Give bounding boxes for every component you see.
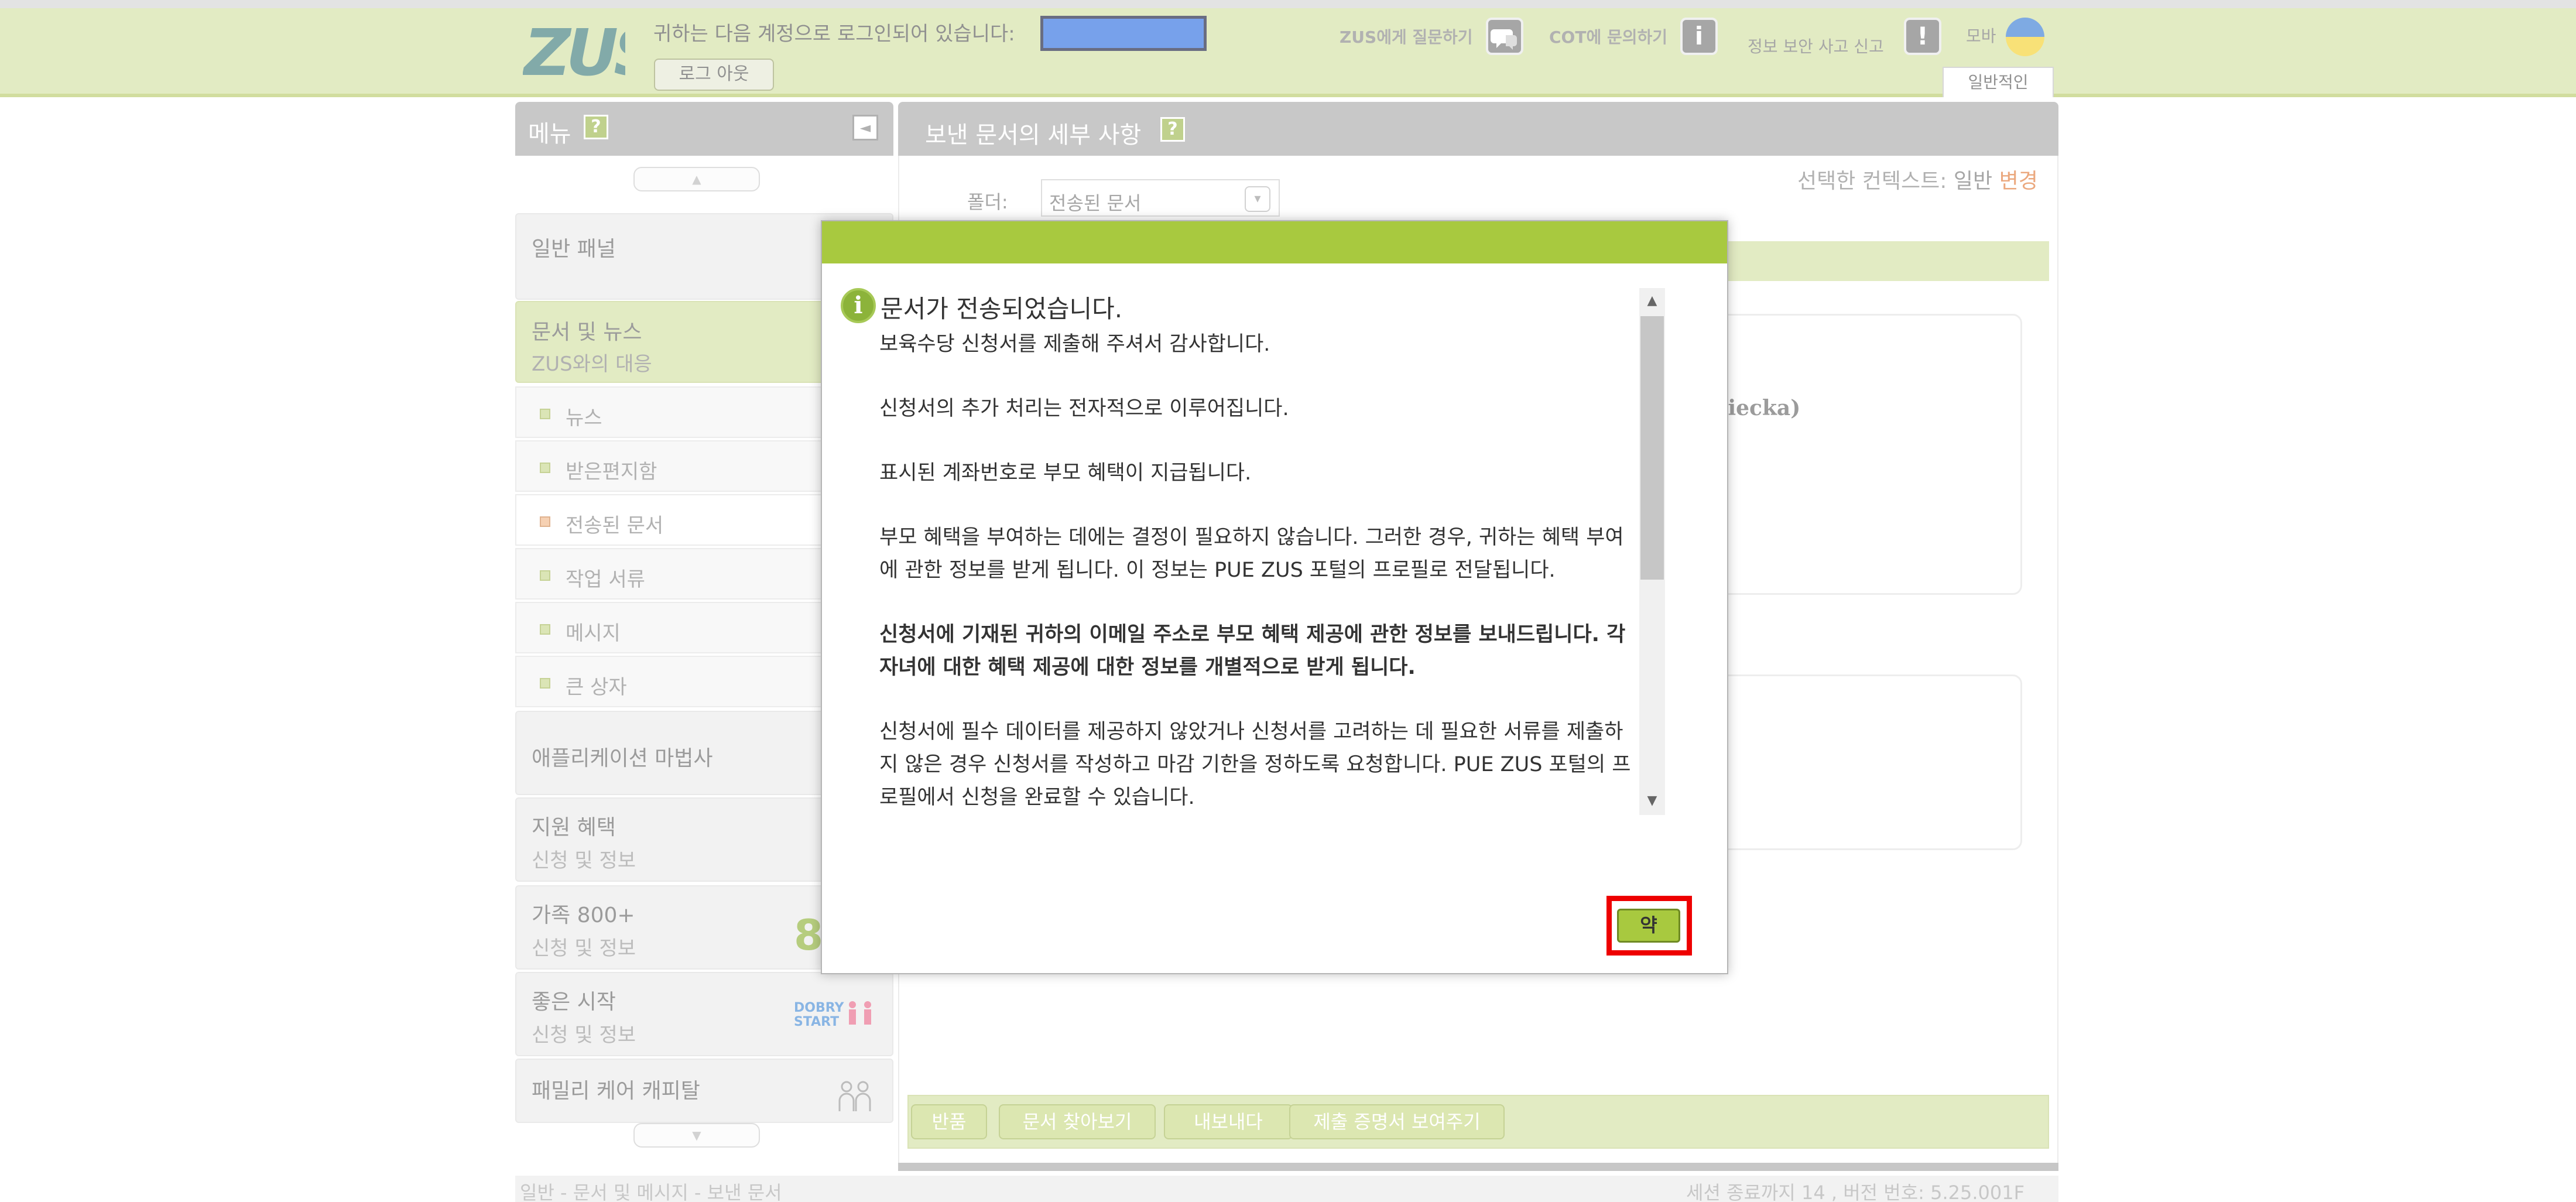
dialog-paragraph-bold: 신청서에 기재된 귀하의 이메일 주소로 부모 혜택 제공에 관한 정보를 보내…: [879, 623, 1626, 679]
dialog-paragraph: 신청서에 필수 데이터를 제공하지 않았거나 신청서를 고려하는 데 필요한 서…: [879, 720, 1631, 809]
dialog-paragraph: 신청서의 추가 처리는 전자적으로 이루어집니다.: [879, 397, 1289, 420]
dialog-title: 문서가 전송되었습니다.: [881, 294, 1123, 323]
dialog-paragraph: 표시된 계좌번호로 부모 혜택이 지급됩니다.: [879, 461, 1252, 485]
ok-button[interactable]: 약: [1617, 909, 1680, 943]
info-icon: i: [841, 288, 876, 323]
dialog-paragraph: 보육수당 신청서를 제출해 주셔서 감사합니다.: [879, 333, 1270, 356]
dialog-header-bar: [822, 221, 1727, 263]
scroll-down-arrow-icon[interactable]: ▼: [1639, 789, 1665, 813]
dialog-message: 보육수당 신청서를 제출해 주셔서 감사합니다. 신청서의 추가 처리는 전자적…: [879, 328, 1639, 823]
scroll-up-arrow-icon[interactable]: ▲: [1639, 289, 1665, 313]
dialog-paragraph: 부모 혜택을 부여하는 데에는 결정이 필요하지 않습니다. 그러한 경우, 귀…: [879, 526, 1624, 582]
scrollbar-thumb[interactable]: [1640, 316, 1664, 580]
